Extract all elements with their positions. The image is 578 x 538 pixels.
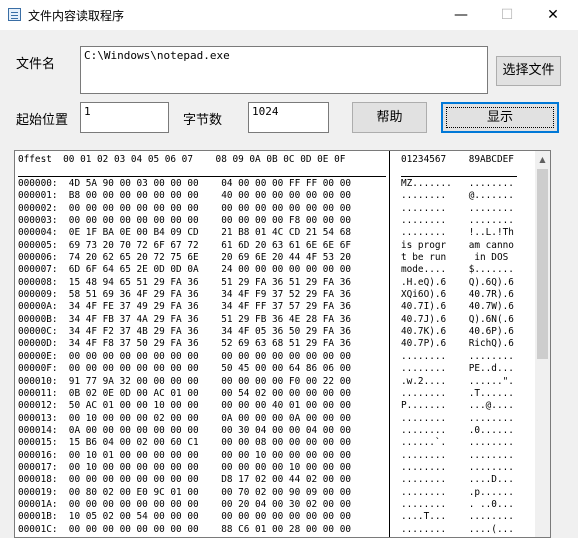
maximize-button: ☐ <box>500 7 514 23</box>
ascii-row: ........ .T...... <box>401 387 514 399</box>
hex-row: 000002: 00 00 00 00 00 00 00 00 00 00 00… <box>18 202 352 214</box>
ascii-row: ........ ........ <box>401 461 514 473</box>
hex-row: 000016: 00 10 01 00 00 00 00 00 00 00 10… <box>18 449 352 461</box>
help-button[interactable]: 帮助 <box>352 102 427 133</box>
window-title: 文件内容读取程序 <box>28 9 125 23</box>
ascii-row: ........ . ..0... <box>401 498 514 510</box>
ascii-row: ........ @....... <box>401 190 514 202</box>
hex-row: 00000B: 34 4F FB 37 4A 29 FA 36 51 29 FB… <box>18 313 352 325</box>
minimize-button[interactable]: — <box>438 0 484 30</box>
ascii-row: ........ .p...... <box>401 486 514 498</box>
ascii-row: ........ .0...... <box>401 424 514 436</box>
ascii-row: ......`. ........ <box>401 437 514 449</box>
ascii-row: ........ ........ <box>401 412 514 424</box>
hex-header-underline <box>18 176 386 177</box>
ascii-rows: MZ....... ................ @............… <box>401 178 514 537</box>
vertical-scrollbar[interactable]: ▲ <box>535 151 550 537</box>
app-icon <box>8 8 21 21</box>
show-button[interactable]: 显示 <box>441 102 559 133</box>
hex-row: 000004: 0E 1F BA 0E 00 B4 09 CD 21 B8 01… <box>18 227 352 239</box>
hex-row: 00001A: 00 00 00 00 00 00 00 00 00 20 04… <box>18 498 352 510</box>
ascii-row: ........ ........ <box>401 350 514 362</box>
hex-row: 00001B: 10 05 02 00 54 00 00 00 00 00 00… <box>18 511 352 523</box>
ascii-row: mode.... $....... <box>401 264 514 276</box>
filename-field[interactable]: C:\Windows\notepad.exe <box>80 46 488 94</box>
hex-row: 000000: 4D 5A 90 00 03 00 00 00 04 00 00… <box>18 178 352 189</box>
byte-count-label: 字节数 <box>183 113 223 128</box>
ascii-row: ........ ....D... <box>401 474 514 486</box>
ascii-row: 40.7K).6 40.6P).6 <box>401 326 514 338</box>
ascii-row: ........ !..L.!Th <box>401 227 514 239</box>
ascii-row: 40.7J).6 Q).6N(.6 <box>401 313 514 325</box>
hex-row: 000019: 00 80 02 00 E0 9C 01 00 00 70 02… <box>18 486 352 498</box>
hex-row: 000003: 00 00 00 00 00 00 00 00 00 00 00… <box>18 215 352 227</box>
close-button[interactable]: ✕ <box>530 0 576 30</box>
ascii-row: .H.eQ).6 Q).6Q).6 <box>401 276 514 288</box>
hex-row: 00001C: 00 00 00 00 00 00 00 00 88 C6 01… <box>18 523 352 535</box>
ascii-row: ........ ........ <box>401 215 514 227</box>
scrollbar-thumb[interactable] <box>537 169 548 359</box>
ascii-row: 40.7P).6 RichQ).6 <box>401 338 514 350</box>
hex-row: 000009: 58 51 69 36 4F 29 FA 36 34 4F F9… <box>18 289 352 301</box>
hex-row: 00000C: 34 4F F2 37 4B 29 FA 36 34 4F 05… <box>18 326 352 338</box>
ascii-header: 01234567 89ABCDEF <box>401 154 514 165</box>
hex-row: 000005: 69 73 20 70 72 6F 67 72 61 6D 20… <box>18 239 352 251</box>
hex-row: 000018: 00 00 00 00 00 00 00 00 D8 17 02… <box>18 474 352 486</box>
hex-row: 000006: 74 20 62 65 20 72 75 6E 20 69 6E… <box>18 252 352 264</box>
ascii-header-underline <box>401 176 517 177</box>
filename-label: 文件名 <box>16 57 56 72</box>
hex-row: 000001: B8 00 00 00 00 00 00 00 40 00 00… <box>18 190 352 202</box>
hex-row: 000011: 0B 02 0E 0D 00 AC 01 00 00 54 02… <box>18 387 352 399</box>
hex-row: 000015: 15 B6 04 00 02 00 60 C1 00 00 08… <box>18 437 352 449</box>
ascii-row: is progr am canno <box>401 239 514 251</box>
scroll-up-icon[interactable]: ▲ <box>535 151 550 168</box>
hex-row: 00000F: 00 00 00 00 00 00 00 00 50 45 00… <box>18 363 352 375</box>
hex-row: 000008: 15 48 94 65 51 29 FA 36 51 29 FA… <box>18 276 352 288</box>
ascii-row: t be run in DOS <box>401 252 514 264</box>
ascii-row: ........ PE..d... <box>401 363 514 375</box>
hex-row: 000017: 00 10 00 00 00 00 00 00 00 00 00… <box>18 461 352 473</box>
ascii-row: .w.2.... ......". <box>401 375 514 387</box>
start-position-field[interactable]: 1 <box>80 102 169 133</box>
ascii-row: MZ....... ........ <box>401 178 514 189</box>
hex-view[interactable]: 0ffest 00 01 02 03 04 05 06 07 08 09 0A … <box>14 150 551 538</box>
hex-row: 000014: 0A 00 00 00 00 00 00 00 00 30 04… <box>18 424 352 436</box>
ascii-row: ........ ....(... <box>401 523 514 535</box>
browse-file-button[interactable]: 选择文件 <box>496 56 561 86</box>
ascii-row: ........ ........ <box>401 202 514 214</box>
hex-rows: 000000: 4D 5A 90 00 03 00 00 00 04 00 00… <box>18 178 352 537</box>
ascii-row: XQi6O).6 40.7R).6 <box>401 289 514 301</box>
ascii-row: P....... ...@.... <box>401 400 514 412</box>
title-bar: 文件内容读取程序 — ☐ ✕ <box>0 0 578 30</box>
start-position-label: 起始位置 <box>16 113 69 128</box>
ascii-row: 40.7I).6 40.7W).6 <box>401 301 514 313</box>
hex-row: 00000E: 00 00 00 00 00 00 00 00 00 00 00… <box>18 350 352 362</box>
byte-count-field[interactable]: 1024 <box>248 102 329 133</box>
hex-row: 000007: 6D 6F 64 65 2E 0D 0D 0A 24 00 00… <box>18 264 352 276</box>
hex-header: 0ffest 00 01 02 03 04 05 06 07 08 09 0A … <box>18 154 346 165</box>
hex-row: 000013: 00 10 00 00 00 02 00 00 0A 00 00… <box>18 412 352 424</box>
ascii-row: ....T... ........ <box>401 511 514 523</box>
column-divider <box>389 151 390 537</box>
ascii-row: ........ ........ <box>401 449 514 461</box>
hex-row: 00000A: 34 4F FE 37 49 29 FA 36 34 4F FF… <box>18 301 352 313</box>
hex-row: 000012: 50 AC 01 00 00 10 00 00 00 00 00… <box>18 400 352 412</box>
hex-row: 00000D: 34 4F F8 37 50 29 FA 36 52 69 63… <box>18 338 352 350</box>
hex-row: 000010: 91 77 9A 32 00 00 00 00 00 00 00… <box>18 375 352 387</box>
